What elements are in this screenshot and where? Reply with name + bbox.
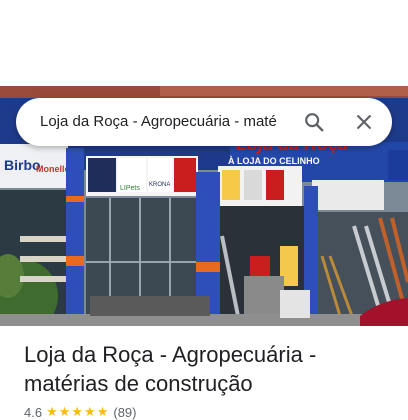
review-count: (89): [113, 404, 137, 420]
place-title: Loja da Roça - Agropecuária - matérias d…: [24, 342, 317, 396]
star-icon: ★★★★★: [46, 404, 110, 419]
rating-value: 4.6: [24, 404, 43, 420]
clear-search-button[interactable]: [348, 106, 380, 138]
svg-text:LIPets: LIPets: [120, 185, 140, 192]
svg-text:KRONA: KRONA: [149, 182, 170, 188]
search-icon: [305, 113, 324, 132]
svg-text:Monello: Monello: [36, 164, 70, 174]
search-input[interactable]: Loja da Roça - Agropecuária - maté: [40, 98, 292, 146]
search-button[interactable]: [298, 106, 330, 138]
svg-text:À LOJA DO CELINHO: À LOJA DO CELINHO: [228, 156, 320, 166]
close-icon: [357, 115, 371, 129]
search-bar[interactable]: Loja da Roça - Agropecuária - maté: [16, 98, 392, 146]
rating-row[interactable]: 4.6 ★★★★★ (89): [24, 404, 136, 420]
top-blank-area: [0, 0, 408, 86]
